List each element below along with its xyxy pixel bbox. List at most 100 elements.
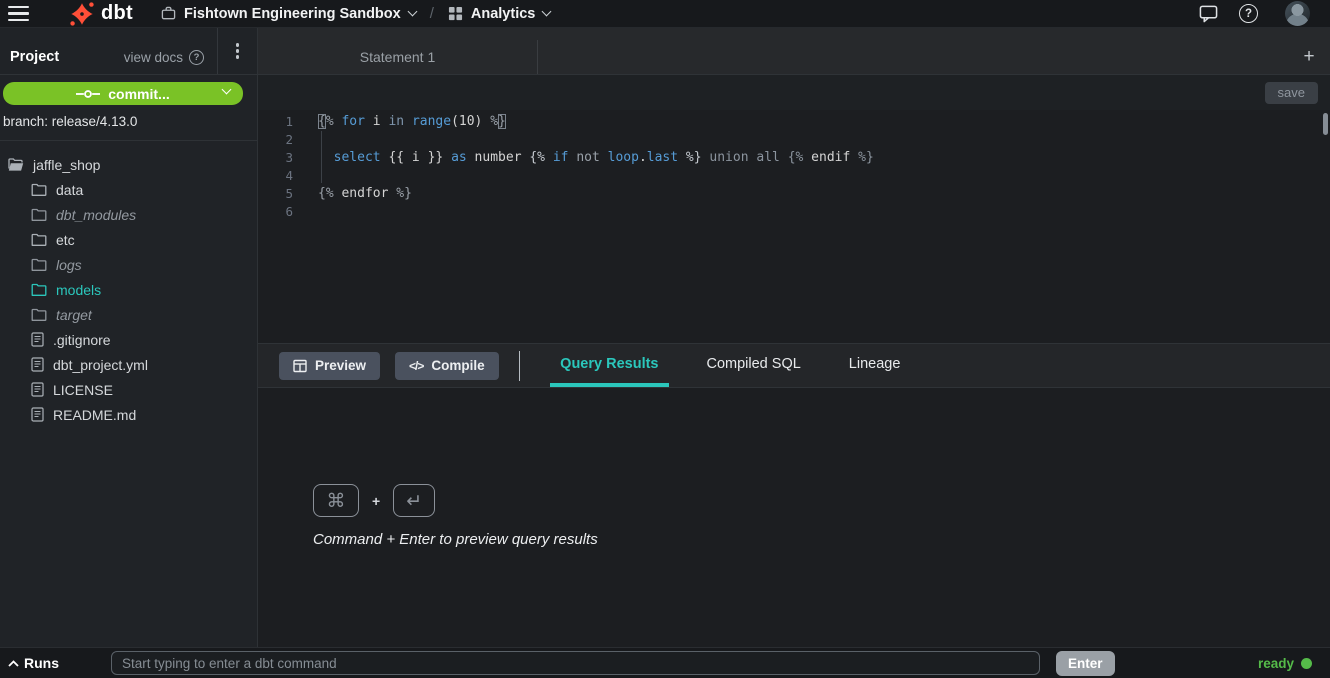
content: commit... branch: release/4.13.0 jaffle_… [0, 75, 1330, 647]
command-key-icon: ⌘ [313, 484, 359, 517]
code-token: % [490, 114, 498, 129]
topbar: dbt Fishtown Engineering Sandbox / Analy… [0, 0, 1330, 28]
tree-item-license[interactable]: LICENSE [0, 377, 257, 402]
editor-tabstrip: Statement 1 + [258, 28, 1330, 74]
code-token: %} [388, 186, 411, 201]
tree-item-logs[interactable]: logs [0, 252, 257, 277]
preview-button[interactable]: Preview [279, 352, 380, 380]
code-editor[interactable]: 123456 {% for i in range(10) %} select {… [258, 110, 1330, 343]
line-number: 4 [258, 167, 293, 185]
tree-item-dbt-project-yml[interactable]: dbt_project.yml [0, 352, 257, 377]
tree-item-jaffle-shop[interactable]: jaffle_shop [0, 152, 257, 177]
compile-button-label: Compile [431, 358, 484, 373]
shortcut-keys: ⌘ + ↵ [313, 484, 1330, 517]
results-tab-compiled-sql[interactable]: Compiled SQL [697, 344, 811, 387]
editor-scrollbar[interactable] [1323, 113, 1328, 135]
grid-icon [448, 6, 463, 21]
code-line[interactable] [318, 167, 1330, 185]
kebab-icon [236, 43, 239, 58]
header-band: Project view docs ? Statement 1 + [0, 28, 1330, 75]
code-area[interactable]: {% for i in range(10) %} select {{ i }} … [293, 110, 1330, 343]
status-indicator: ready [1258, 656, 1322, 671]
results-panel: ⌘ + ↵ Command + Enter to preview query r… [258, 388, 1330, 647]
tree-item-gitignore[interactable]: .gitignore [0, 327, 257, 352]
code-token: } [498, 114, 506, 129]
tree-item-etc[interactable]: etc [0, 227, 257, 252]
branch-label: branch: release/4.13.0 [0, 114, 257, 129]
tab-label: Statement 1 [360, 49, 436, 65]
indent-guide [321, 131, 322, 183]
tree-item-label: jaffle_shop [33, 157, 100, 173]
results-tab-label: Compiled SQL [707, 356, 801, 372]
results-tab-query-results[interactable]: Query Results [550, 344, 668, 387]
tree-item-dbt-modules[interactable]: dbt_modules [0, 202, 257, 227]
save-button[interactable]: save [1265, 82, 1318, 104]
new-tab-button[interactable]: + [1292, 40, 1326, 74]
dbt-logo-text: dbt [101, 2, 133, 25]
sidebar-title: Project [0, 40, 59, 74]
view-docs-link[interactable]: view docs ? [124, 40, 204, 74]
code-token: endif [811, 150, 850, 165]
compile-button[interactable]: </> Compile [395, 352, 499, 380]
breadcrumb-separator: / [430, 5, 434, 22]
code-token [404, 114, 412, 129]
plus-separator: + [372, 493, 380, 509]
code-brackets-icon: </> [409, 359, 423, 373]
tree-item-data[interactable]: data [0, 177, 257, 202]
folder-icon [31, 208, 47, 222]
help-icon[interactable]: ? [1239, 4, 1258, 23]
code-token: endfor [341, 186, 388, 201]
enter-button[interactable]: Enter [1056, 651, 1115, 676]
tree-item-target[interactable]: target [0, 302, 257, 327]
code-line[interactable]: {% endfor %} [318, 185, 1330, 203]
results-toolbar: Preview </> Compile Query Results Compile… [258, 343, 1330, 388]
runs-label: Runs [24, 655, 59, 671]
tree-item-label: dbt_modules [56, 207, 136, 223]
hamburger-menu-icon[interactable] [8, 6, 29, 21]
file-icon [31, 357, 44, 372]
status-dot-icon [1301, 658, 1312, 669]
environment-selector[interactable]: Analytics [448, 6, 550, 22]
results-tab-lineage[interactable]: Lineage [839, 344, 911, 387]
code-token: select [334, 150, 381, 165]
git-commit-icon [76, 88, 100, 100]
status-label: ready [1258, 656, 1294, 671]
code-line[interactable] [318, 203, 1330, 221]
view-docs-label: view docs [124, 50, 183, 65]
chevron-down-icon [407, 7, 417, 17]
topbar-actions: ? [1199, 1, 1330, 26]
tree-item-label: data [56, 182, 83, 198]
commit-button[interactable]: commit... [3, 82, 243, 105]
tree-item-models[interactable]: models [0, 277, 257, 302]
code-token: last [647, 150, 678, 165]
chevron-up-icon [8, 660, 19, 667]
line-number: 1 [258, 113, 293, 131]
folder-icon [31, 183, 47, 197]
tree-item-readme-md[interactable]: README.md [0, 402, 257, 427]
tab-statement-1[interactable]: Statement 1 [258, 40, 538, 74]
commit-button-label: commit... [108, 86, 169, 102]
dbt-logo: dbt [70, 2, 133, 26]
code-line[interactable] [318, 131, 1330, 149]
sidebar-header: Project view docs ? [0, 28, 258, 74]
code-token: { [318, 114, 326, 129]
briefcase-icon [161, 6, 176, 21]
runs-toggle[interactable]: Runs [8, 655, 59, 671]
chevron-down-icon [222, 85, 232, 95]
results-tab-label: Query Results [560, 356, 658, 372]
folder-icon [31, 308, 47, 322]
code-token: (10) [451, 114, 490, 129]
dbt-logo-icon [70, 2, 94, 26]
chat-icon[interactable] [1199, 4, 1218, 23]
code-line[interactable]: {% for i in range(10) %} [318, 113, 1330, 131]
file-tree: jaffle_shopdata dbt_modulesetclogsmodelst… [0, 152, 257, 427]
avatar[interactable] [1285, 1, 1310, 26]
code-token: {% [318, 186, 341, 201]
divider [519, 351, 521, 381]
code-token: for [341, 114, 364, 129]
dbt-command-input[interactable] [111, 651, 1040, 675]
tree-item-label: README.md [53, 407, 136, 423]
code-line[interactable]: select {{ i }} as number {% if not loop.… [318, 149, 1330, 167]
project-selector[interactable]: Fishtown Engineering Sandbox [161, 6, 416, 22]
sidebar-menu-button[interactable] [218, 28, 257, 74]
